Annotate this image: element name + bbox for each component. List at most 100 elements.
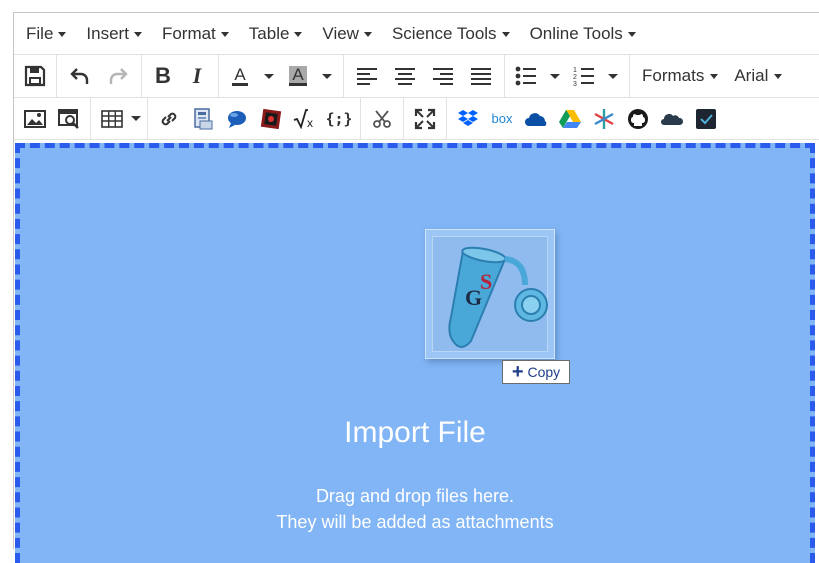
dragged-file-preview: S G [425,229,555,359]
dropzone-instruction: Drag and drop files here. [315,486,515,506]
redo-icon [109,68,128,84]
save-button[interactable] [18,59,52,93]
insert-image-button[interactable] [18,102,52,136]
toolbar-group-align [344,55,505,97]
owncloud-icon [661,113,684,125]
align-right-button[interactable] [424,59,462,93]
align-center-button[interactable] [386,59,424,93]
chevron-down-icon [322,73,332,79]
insert-code-button[interactable]: {;} [322,102,356,136]
chevron-down-icon [131,116,141,121]
menu-insert[interactable]: Insert [76,13,152,54]
link-icon [161,112,177,125]
text-color-button[interactable]: A [223,59,257,93]
undo-button[interactable] [61,59,99,93]
menu-file[interactable]: File [16,13,76,54]
image-search-button[interactable] [52,102,86,136]
svg-text:3: 3 [573,81,577,86]
insert-link-button[interactable] [152,102,186,136]
onedrive-button[interactable] [519,102,553,136]
svg-text:A: A [292,65,304,84]
svg-text:A: A [234,65,246,84]
menu-view[interactable]: View [312,13,382,54]
scissors-icon [373,109,391,128]
menu-table-label: Table [248,23,290,43]
svg-text:1: 1 [573,67,577,74]
dropzone-title: Import File [344,416,486,449]
molecule-tool-button[interactable] [365,102,399,136]
toolbar-group-cloud: box [447,98,727,139]
code-braces-icon: {;} [327,110,351,128]
font-family-label: Arial [734,66,769,85]
redo-button[interactable] [99,59,137,93]
chevron-down-icon [501,32,510,37]
onedrive-icon [525,112,547,126]
menu-science-tools[interactable]: Science Tools [382,13,520,54]
background-color-button[interactable]: A [281,59,315,93]
insert-table-dropdown[interactable] [129,102,143,136]
asterisk-cloud-icon [594,108,614,129]
bold-icon: B [155,63,171,88]
text-color-icon: A [232,65,248,86]
github-button[interactable] [621,102,655,136]
background-color-icon: A [289,65,307,86]
copy-label: Copy [527,364,561,380]
toolbar-group-text-style: Formats Arial [630,55,794,97]
box-button[interactable]: box [485,102,519,136]
formats-dropdown[interactable]: Formats [634,59,726,93]
toolbar-group-save [14,55,57,97]
insert-media-button[interactable] [254,102,288,136]
bullet-list-dropdown[interactable] [543,59,567,93]
media-icon [260,108,282,129]
dropbox-button[interactable] [451,102,485,136]
insert-equation-button[interactable]: x [288,102,322,136]
formats-label: Formats [642,66,705,85]
google-drive-icon [559,109,581,128]
chevron-down-icon [774,73,783,79]
numbered-list-icon: 123 [573,67,594,86]
check-square-icon [696,108,716,129]
square-root-icon: x [293,108,313,129]
insert-table-button[interactable] [95,102,129,136]
chevron-down-icon [220,32,229,37]
font-family-dropdown[interactable]: Arial [726,59,790,93]
copy-cursor-badge: + Copy [502,360,570,384]
image-icon [24,109,46,128]
checklist-button[interactable] [689,102,723,136]
chevron-down-icon [710,73,719,79]
svg-text:box: box [492,112,513,126]
insert-toolbar: x {;} box [14,98,819,140]
menubar: File Insert Format Table View Science To… [14,13,819,55]
text-color-dropdown[interactable] [257,59,281,93]
numbered-list-dropdown[interactable] [601,59,625,93]
toolbar-group-history [57,55,142,97]
fullscreen-icon [414,108,436,129]
menu-online-tools[interactable]: Online Tools [520,13,646,54]
table-icon [101,109,123,128]
background-color-dropdown[interactable] [315,59,339,93]
insert-template-button[interactable] [186,102,220,136]
chevron-down-icon [363,32,372,37]
toolbar-group-media [14,98,91,139]
numbered-list-button[interactable]: 123 [567,59,601,93]
menu-table[interactable]: Table [239,13,313,54]
insert-comment-button[interactable] [220,102,254,136]
menu-view-label: View [322,23,359,43]
menu-format[interactable]: Format [152,13,239,54]
menu-file-label: File [26,23,54,43]
bold-button[interactable]: B [146,59,180,93]
file-drop-zone[interactable]: S G + Copy Import File Drag and drop fil… [15,143,815,563]
toolbar-group-color: A A [219,55,344,97]
italic-button[interactable]: I [180,59,214,93]
google-drive-button[interactable] [553,102,587,136]
owncloud-button[interactable] [655,102,689,136]
snowflake-storage-button[interactable] [587,102,621,136]
fullscreen-button[interactable] [408,102,442,136]
file-thumbnail: S G [432,236,548,352]
align-left-button[interactable] [348,59,386,93]
menu-online-tools-label: Online Tools [529,23,623,43]
align-justify-button[interactable] [462,59,500,93]
undo-icon [70,68,89,84]
tube-logo-icon: S G [448,246,548,348]
bullet-list-button[interactable] [509,59,543,93]
